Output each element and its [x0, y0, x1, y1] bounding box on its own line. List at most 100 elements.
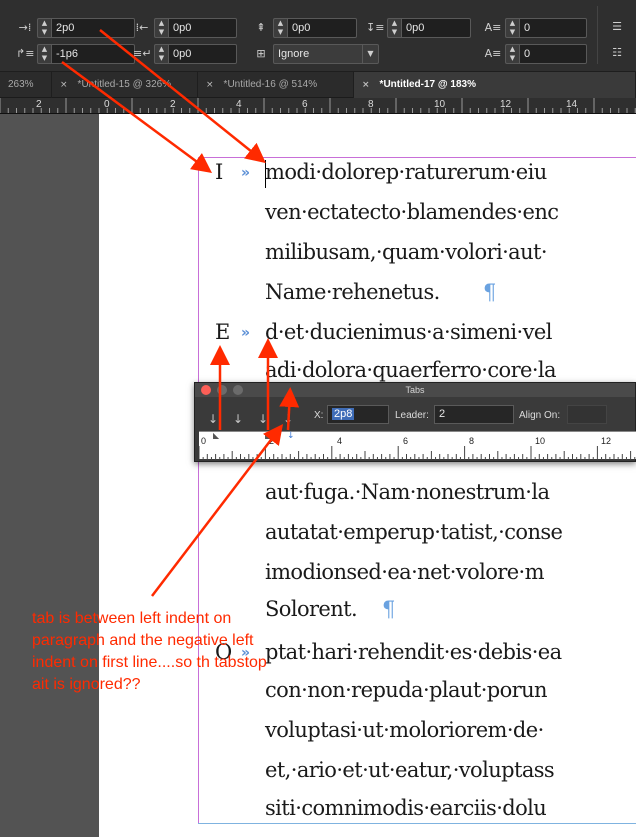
right-justified-tab-icon[interactable]: ↓ — [253, 409, 273, 429]
text-line[interactable]: imodionsed·ea·net·volore·m — [265, 560, 545, 584]
annotation-note: tab is between left indent on paragraph … — [32, 610, 267, 693]
text-line[interactable]: milibusam,·quam·volori·aut· — [265, 240, 548, 264]
tabs-panel-titlebar[interactable]: Tabs — [195, 383, 635, 397]
pilcrow-icon: ¶ — [382, 597, 396, 621]
space-after-input[interactable]: 0p0 — [401, 18, 471, 38]
decimal-tab-icon[interactable]: ↓ — [278, 409, 298, 429]
drop-cap-chars-input[interactable]: 0 — [519, 44, 587, 64]
text-line[interactable]: con·non·repuda·plaut·porun — [265, 678, 548, 702]
text-line[interactable]: Name·rehenetus. — [265, 280, 440, 304]
x-position-value: 2p8 — [332, 408, 355, 420]
tab-untitled-17[interactable]: × *Untitled-17 @ 183% — [354, 72, 636, 98]
space-after-control: ↧≡ ▲ ▼ 0p0 — [366, 18, 471, 38]
align-to-grid-control: ⊞ Ignore ▼ — [252, 44, 379, 64]
text-line[interactable]: et,·ario·et·ut·eatur,·voluptass — [265, 758, 555, 782]
text-line[interactable]: modi·dolorep·raturerum·eiu — [265, 160, 547, 184]
tab-label: 263% — [8, 79, 34, 90]
space-after-icon: ↧≡ — [366, 21, 385, 34]
text-line[interactable]: autatat·emperup·tatist,·conse — [265, 520, 563, 544]
ruler-label: 8 — [368, 99, 374, 110]
ruler-label: 8 — [469, 436, 475, 446]
space-before-stepper[interactable]: ▲ ▼ — [273, 18, 287, 38]
drop-cap-chars-stepper[interactable]: ▲ ▼ — [505, 44, 519, 64]
first-line-indent-input[interactable]: -1p6 — [51, 44, 135, 64]
paragraph-lead-letter: E — [215, 320, 231, 344]
last-line-indent-icon: ≡↵ — [133, 47, 152, 60]
drop-cap-lines-icon: A≡ — [484, 21, 502, 34]
last-line-indent-input[interactable]: 0p0 — [168, 44, 237, 64]
horizontal-ruler[interactable]: 2 0 2 4 6 8 10 12 14 — [0, 98, 636, 114]
center-justified-tab-icon[interactable]: ↓ — [228, 409, 248, 429]
text-line[interactable]: aut·fuga.·Nam·nonestrum·la — [265, 480, 550, 504]
right-indent-input[interactable]: 0p0 — [168, 18, 237, 38]
ruler-label: 4 — [337, 436, 343, 446]
first-line-indent-control: ↱≡ ▲ ▼ -1p6 — [16, 44, 135, 64]
tab-label: *Untitled-15 @ 326% — [77, 79, 172, 90]
space-after-stepper[interactable]: ▲ ▼ — [387, 18, 401, 38]
bullet-list-icon[interactable]: ☰ — [608, 18, 626, 36]
ruler-label: 4 — [236, 99, 242, 110]
left-indent-icon: →⁞ — [18, 21, 32, 34]
text-line[interactable]: ptat·hari·rehendit·es·debis·ea — [265, 640, 562, 664]
last-line-indent-stepper[interactable]: ▲ ▼ — [154, 44, 168, 64]
paragraph-lead-letter: I — [215, 160, 224, 184]
ruler-ticks — [0, 98, 636, 113]
document-tab-strip: 263% × *Untitled-15 @ 326% × *Untitled-16 … — [0, 72, 636, 98]
tab-stop-icon[interactable]: ↓ — [287, 432, 295, 441]
left-indent-input[interactable]: 2p0 — [51, 18, 135, 38]
x-position-input[interactable]: 2p8 — [327, 405, 389, 424]
chevron-down-icon: ▼ — [362, 45, 378, 63]
first-line-indent-stepper[interactable]: ▲ ▼ — [37, 44, 51, 64]
tab-untitled-16[interactable]: × *Untitled-16 @ 514% — [198, 72, 354, 98]
ruler-label: 12 — [601, 436, 612, 446]
tabs-panel[interactable]: Tabs ↓ ↓ ↓ ↓ X: 2p8 Leader: 2 Align On: … — [194, 382, 636, 462]
ruler-label: 2 — [269, 436, 275, 446]
ruler-label: 0 — [104, 99, 110, 110]
align-to-grid-icon: ⊞ — [256, 47, 266, 60]
space-before-control: ⇞ ▲ ▼ 0p0 — [252, 18, 357, 38]
pilcrow-icon: ¶ — [483, 280, 497, 304]
tab-263[interactable]: 263% — [0, 72, 52, 98]
drop-cap-chars-icon: A≡ — [484, 47, 502, 60]
close-icon[interactable]: × — [362, 80, 370, 90]
close-icon[interactable]: × — [206, 80, 214, 90]
tab-label: *Untitled-17 @ 183% — [379, 79, 476, 90]
ruler-label: 10 — [535, 436, 546, 446]
ruler-label: 14 — [566, 99, 578, 110]
leader-label: Leader: — [395, 410, 429, 421]
text-line[interactable]: Solorent. — [265, 597, 358, 621]
first-line-indent-icon: ↱≡ — [16, 47, 35, 60]
ruler-label: 12 — [500, 99, 512, 110]
tab-character-icon: » — [241, 165, 251, 181]
text-line[interactable]: ven·ectatecto·blamendes·enc — [265, 200, 559, 224]
right-indent-stepper[interactable]: ▲ ▼ — [154, 18, 168, 38]
left-justified-tab-icon[interactable]: ↓ — [203, 409, 223, 429]
tab-label: *Untitled-16 @ 514% — [223, 79, 318, 90]
align-to-grid-value: Ignore — [278, 48, 310, 60]
tab-untitled-15[interactable]: × *Untitled-15 @ 326% — [52, 72, 198, 98]
leader-input[interactable]: 2 — [434, 405, 514, 424]
ruler-label: 6 — [302, 99, 308, 110]
x-label: X: — [314, 410, 324, 421]
drop-cap-lines-input[interactable]: 0 — [519, 18, 587, 38]
drop-cap-lines-stepper[interactable]: ▲ ▼ — [505, 18, 519, 38]
ruler-label: 10 — [434, 99, 446, 110]
drop-cap-lines-control: A≡ ▲ ▼ 0 — [484, 18, 587, 38]
text-line[interactable]: adi·dolora·quaerferro·core·la — [265, 358, 557, 382]
text-line[interactable]: d·et·ducienimus·a·simeni·vel — [265, 320, 552, 344]
left-indent-stepper[interactable]: ▲ ▼ — [37, 18, 51, 38]
numbered-list-icon[interactable]: ☷ — [608, 44, 626, 62]
right-indent-control: ⁞← ▲ ▼ 0p0 — [133, 18, 237, 38]
close-icon[interactable]: × — [60, 80, 68, 90]
tabs-ruler[interactable]: ◣ ◣ ↓ 0 2 4 6 8 10 12 — [199, 431, 636, 460]
space-before-input[interactable]: 0p0 — [287, 18, 357, 38]
align-to-grid-select[interactable]: Ignore ▼ — [273, 44, 379, 64]
ruler-label: 2 — [170, 99, 176, 110]
first-line-indent-marker[interactable]: ◣ — [213, 432, 221, 440]
text-line[interactable]: siti·comnimodis·earciis·dolu — [265, 796, 547, 820]
text-line[interactable]: voluptasi·ut·moloriorem·de· — [265, 718, 544, 742]
ruler-label: 0 — [201, 436, 207, 446]
align-on-input[interactable] — [567, 405, 607, 424]
control-panel: →⁞ ▲ ▼ 2p0 ⁞← ▲ ▼ 0p0 ⇞ ▲ ▼ 0p0 ↧≡ ▲ ▼ 0p0 A… — [0, 0, 636, 72]
space-before-icon: ⇞ — [256, 21, 266, 34]
